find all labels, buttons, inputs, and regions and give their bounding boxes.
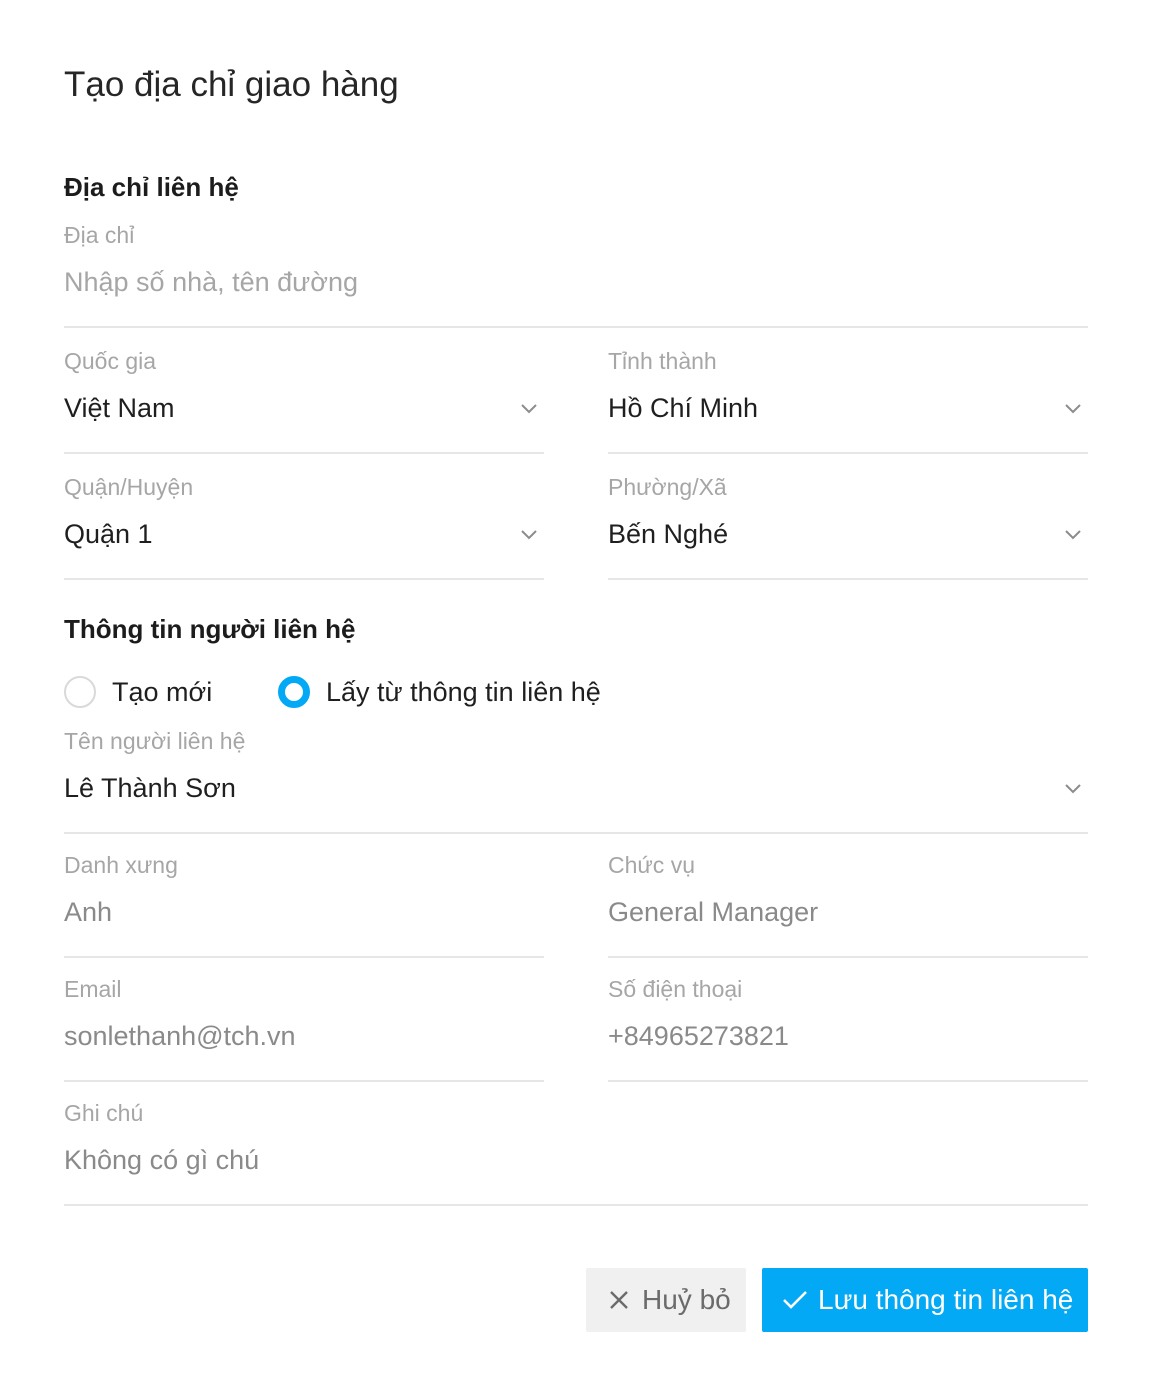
address-label: Địa chỉ — [64, 222, 135, 248]
radio-unchecked-icon[interactable] — [64, 676, 96, 708]
country-label: Quốc gia — [64, 348, 157, 374]
section-title-address: Địa chỉ liên hệ — [64, 172, 239, 202]
email-value: sonlethanh@tch.vn — [64, 1021, 296, 1051]
salutation-field: Danh xưng Anh — [64, 850, 544, 958]
check-icon — [782, 1289, 808, 1311]
province-label: Tỉnh thành — [608, 348, 717, 374]
dialog-title: Tạo địa chỉ giao hàng — [64, 65, 399, 104]
district-label: Quận/Huyện — [64, 474, 194, 500]
email-field: Email sonlethanh@tch.vn — [64, 974, 544, 1082]
position-field: Chức vụ General Manager — [608, 850, 1088, 958]
province-select[interactable]: Tỉnh thành Hồ Chí Minh — [608, 346, 1088, 454]
contact-name-value: Lê Thành Sơn — [64, 773, 236, 803]
contact-name-select[interactable]: Tên người liên hệ Lê Thành Sơn — [64, 726, 1088, 834]
radio-checked-icon[interactable] — [278, 676, 310, 708]
country-select[interactable]: Quốc gia Việt Nam — [64, 346, 544, 454]
address-input[interactable] — [64, 264, 1088, 300]
phone-value: +84965273821 — [608, 1021, 789, 1051]
email-label: Email — [64, 976, 122, 1002]
ward-value: Bến Nghé — [608, 519, 729, 549]
note-label: Ghi chú — [64, 1100, 144, 1126]
salutation-value: Anh — [64, 897, 113, 927]
note-field: Ghi chú Không có gì chú — [64, 1098, 1088, 1206]
close-icon — [608, 1289, 630, 1311]
section-title-contact: Thông tin người liên hệ — [64, 614, 356, 644]
phone-field: Số điện thoại +84965273821 — [608, 974, 1088, 1082]
chevron-down-icon[interactable] — [1064, 525, 1082, 543]
save-contact-button[interactable]: Lưu thông tin liên hệ — [762, 1268, 1088, 1332]
district-select[interactable]: Quận/Huyện Quận 1 — [64, 472, 544, 580]
address-field: Địa chỉ — [64, 220, 1088, 328]
chevron-down-icon[interactable] — [520, 399, 538, 417]
province-value: Hồ Chí Minh — [608, 393, 759, 423]
save-button-label: Lưu thông tin liên hệ — [818, 1284, 1074, 1315]
note-value: Không có gì chú — [64, 1145, 260, 1175]
contact-name-label: Tên người liên hệ — [64, 728, 246, 754]
ward-label: Phường/Xã — [608, 474, 727, 500]
phone-label: Số điện thoại — [608, 976, 743, 1002]
district-value: Quận 1 — [64, 519, 153, 549]
radio-create-new-label[interactable]: Tạo mới — [112, 674, 212, 710]
position-value: General Manager — [608, 897, 819, 927]
country-value: Việt Nam — [64, 393, 175, 423]
chevron-down-icon[interactable] — [1064, 779, 1082, 797]
cancel-button[interactable]: Huỷ bỏ — [586, 1268, 746, 1332]
chevron-down-icon[interactable] — [520, 525, 538, 543]
salutation-label: Danh xưng — [64, 852, 178, 878]
ward-select[interactable]: Phường/Xã Bến Nghé — [608, 472, 1088, 580]
cancel-button-label: Huỷ bỏ — [642, 1284, 731, 1315]
chevron-down-icon[interactable] — [1064, 399, 1082, 417]
radio-from-contact-label[interactable]: Lấy từ thông tin liên hệ — [326, 674, 601, 710]
position-label: Chức vụ — [608, 852, 695, 878]
